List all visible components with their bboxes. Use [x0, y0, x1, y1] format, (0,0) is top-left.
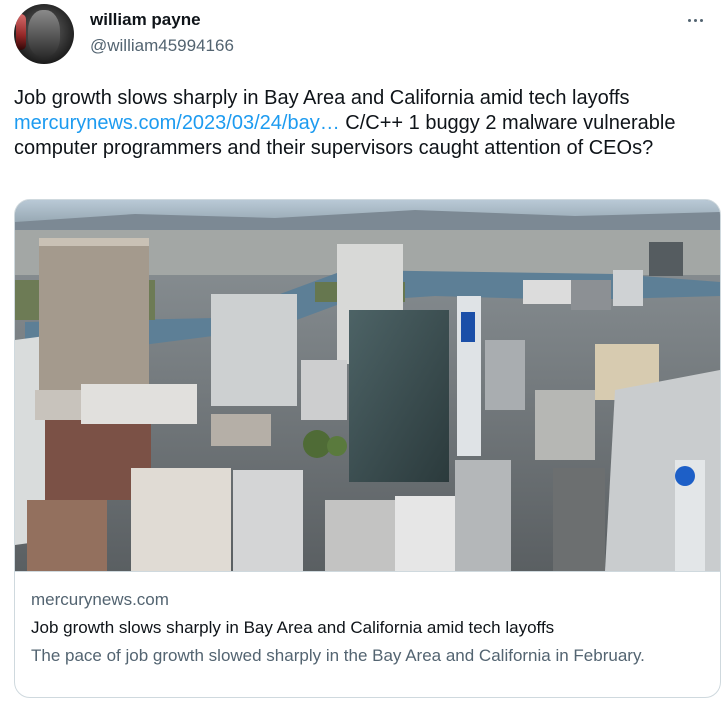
link-preview-card[interactable]: mercurynews.com Job growth slows sharply… [14, 199, 721, 698]
tweet-link[interactable]: mercurynews.com/2023/03/24/bay… [14, 112, 340, 134]
card-info: mercurynews.com Job growth slows sharply… [15, 571, 720, 697]
card-description: The pace of job growth slowed sharply in… [31, 646, 645, 665]
more-horizontal-icon [687, 18, 691, 22]
author-handle[interactable]: @william45994166 [90, 36, 234, 56]
more-options-button[interactable] [683, 10, 707, 30]
avatar[interactable] [14, 4, 74, 64]
card-title: Job growth slows sharply in Bay Area and… [31, 618, 555, 637]
tweet-text: Job growth slows sharply in Bay Area and… [14, 86, 704, 161]
tweet-text-main: Job growth slows sharply in Bay Area and… [14, 87, 630, 109]
card-domain: mercurynews.com [31, 590, 169, 609]
author-display-name[interactable]: william payne [90, 10, 201, 30]
avatar-face [28, 10, 60, 56]
avatar-highlight [16, 14, 26, 50]
card-image [15, 200, 720, 571]
